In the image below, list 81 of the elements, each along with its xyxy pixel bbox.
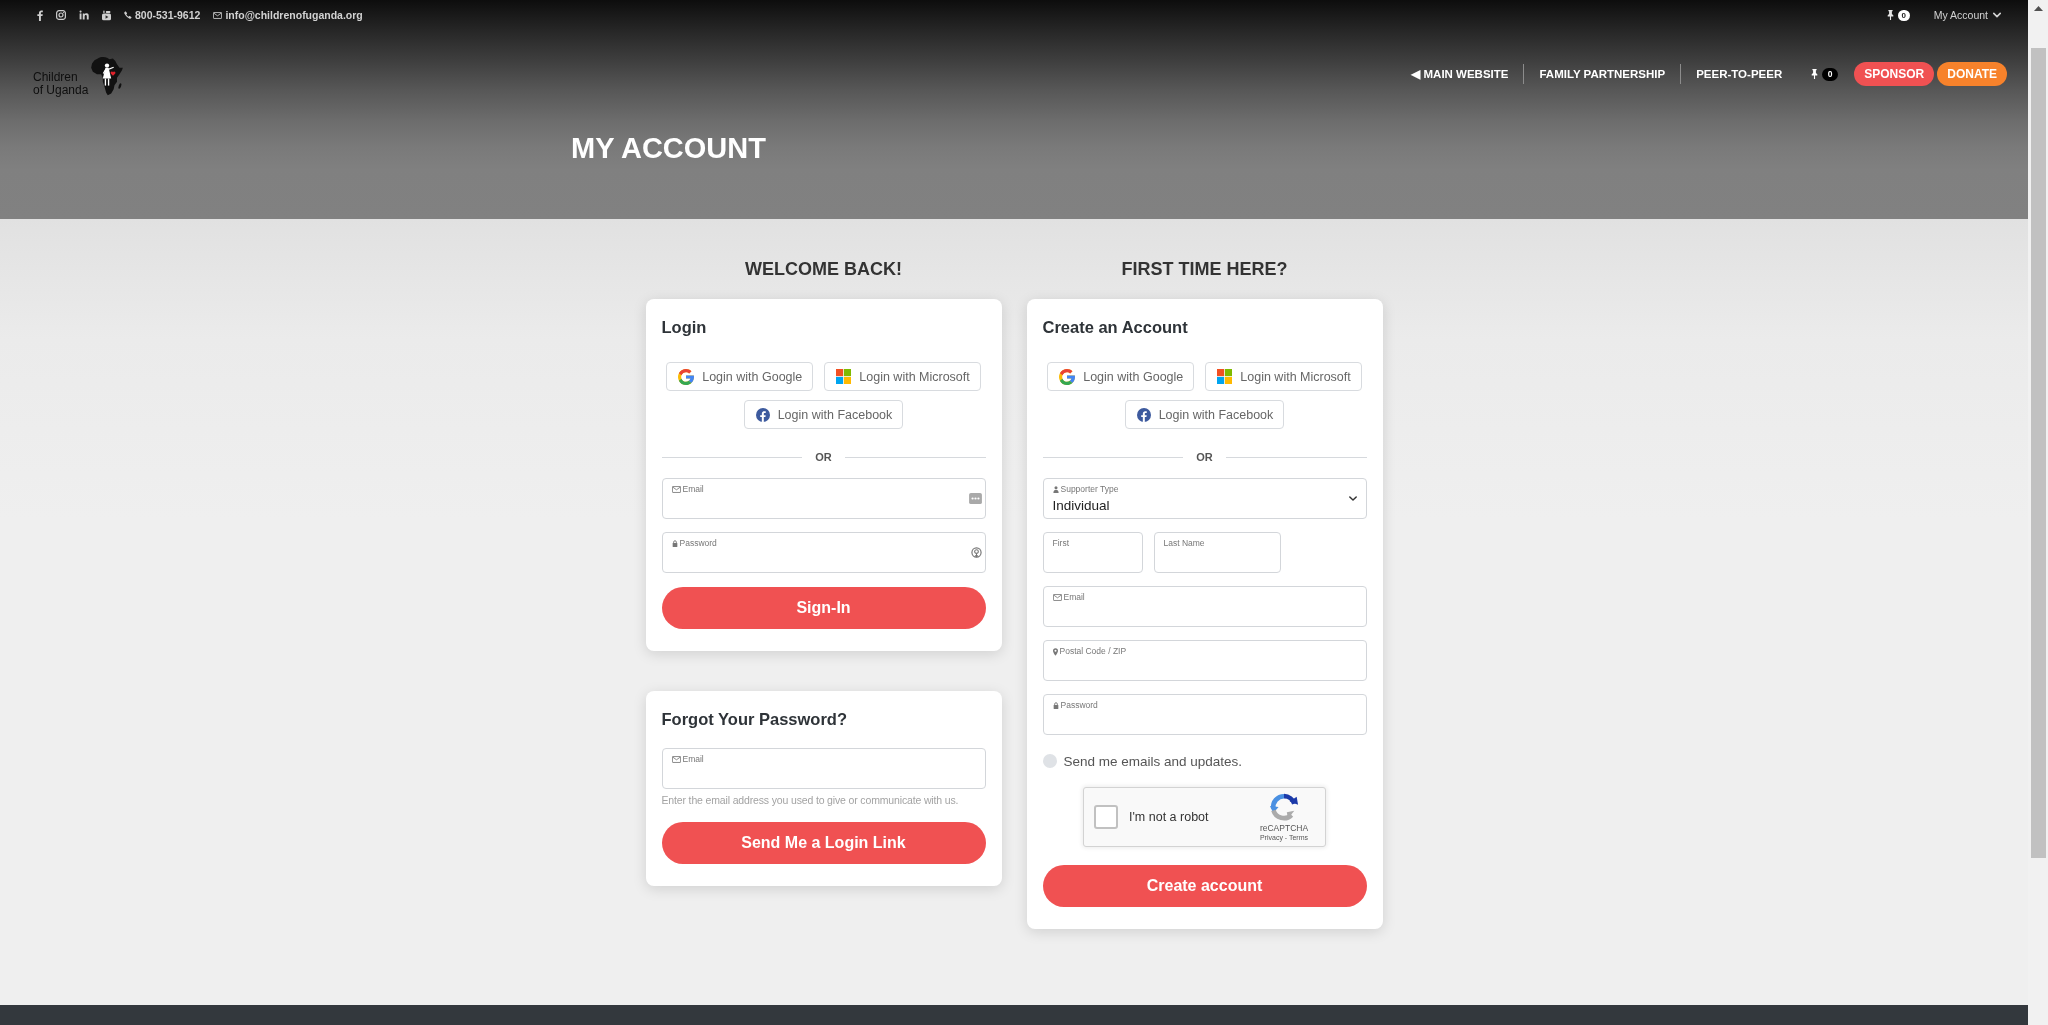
youtube-icon (102, 9, 111, 21)
submit-button[interactable]: Create account (1042, 865, 1367, 907)
scroll-up-arrow-icon (2033, 6, 2043, 11)
phone-icon (124, 11, 132, 19)
google-logo-icon (678, 368, 695, 385)
google-login-button[interactable]: Login with Google (1047, 362, 1195, 391)
selected-option: Individual (1052, 497, 1110, 514)
envelope-icon (671, 756, 681, 763)
field-label: Last Name (1163, 538, 1205, 549)
microsoft-login-button[interactable]: Login with Microsoft (1205, 362, 1362, 391)
account-menu[interactable]: My Account (1933, 9, 2001, 21)
linkedin-icon (79, 10, 89, 20)
google-logo-icon (1059, 368, 1076, 385)
scrollbar-thumb[interactable] (2030, 48, 2046, 858)
name-field[interactable]: Last Name (1153, 532, 1281, 573)
envelope-icon (213, 11, 223, 19)
submit-button[interactable]: Sign-In (661, 587, 986, 629)
card-title: Forgot Your Password? (661, 709, 847, 730)
facebook-login-button[interactable]: Login with Facebook (1124, 400, 1285, 429)
envelope-icon (1052, 594, 1062, 601)
email-field[interactable]: Email (661, 748, 986, 789)
pin-icon (1886, 10, 1894, 20)
facebook-login-button[interactable]: Login with Facebook (743, 400, 904, 429)
field-label: Password (1060, 700, 1098, 711)
field-label: Email (682, 754, 704, 765)
nav-link[interactable]: FAMILY PARTNERSHIP (1539, 68, 1666, 80)
password-field[interactable]: Password (661, 532, 986, 573)
lock-icon (671, 540, 678, 547)
captcha-label: I'm not a robot (1129, 810, 1209, 824)
captcha-checkbox[interactable] (1094, 805, 1118, 829)
instagram-icon (56, 10, 66, 20)
help-text: Enter the email address you used to give or communicate with us. (661, 793, 959, 808)
scrollbar[interactable] (2028, 0, 2048, 1025)
count-badge: 0 (1822, 67, 1839, 81)
pin-icon (1811, 69, 1819, 79)
email-field[interactable]: Email (661, 478, 986, 519)
name-field[interactable]: First (1042, 532, 1143, 573)
nav-link[interactable]: ◀ MAIN WEBSITE (1411, 67, 1509, 81)
email-field[interactable]: Email (1042, 586, 1367, 627)
checkbox[interactable] (1042, 754, 1057, 768)
chevron-down-icon (1993, 12, 2001, 18)
sponsor-button[interactable]: SPONSOR (1854, 62, 1935, 86)
facebook-logo-icon (1136, 407, 1151, 422)
submit-button[interactable]: Send Me a Login Link (661, 822, 986, 864)
postal-code-field[interactable]: Postal Code / ZIP (1042, 640, 1367, 681)
google-login-button[interactable]: Login with Google (666, 362, 814, 391)
card-title: Create an Account (1042, 317, 1188, 338)
nav-link[interactable]: PEER-TO-PEER (1696, 68, 1783, 80)
phone-number[interactable]: 800-531-9612 (135, 9, 201, 21)
lock-icon (1052, 702, 1059, 709)
page-title: MY ACCOUNT (571, 131, 766, 165)
dropdown-field[interactable]: Supporter Type Individual (1042, 478, 1367, 519)
logo-text: Children (33, 71, 79, 84)
envelope-icon (671, 486, 681, 493)
field-label: Password (679, 538, 717, 549)
microsoft-logo-icon (836, 369, 852, 384)
section-heading: WELCOME BACK! (745, 258, 902, 281)
divider-label: OR (815, 450, 832, 465)
email-link[interactable]: info@childrenofuganda.org (225, 9, 363, 21)
password-field[interactable]: Password (1042, 694, 1367, 735)
checkbox-label: Send me emails and updates. (1063, 753, 1243, 769)
recaptcha-brand-text: reCAPTCHA (1259, 823, 1309, 833)
field-label: Supporter Type (1060, 484, 1119, 495)
facebook-icon (37, 9, 43, 21)
person-icon (1052, 486, 1059, 493)
field-label: Email (682, 484, 704, 495)
microsoft-logo-icon (1217, 369, 1233, 384)
map-pin-icon (1052, 647, 1058, 656)
chevron-down-icon (1348, 496, 1357, 501)
field-label: First (1052, 538, 1070, 549)
divider-label: OR (1196, 450, 1213, 465)
field-label: Postal Code / ZIP (1059, 646, 1127, 657)
count-badge: 0 (1897, 9, 1910, 21)
microsoft-login-button[interactable]: Login with Microsoft (824, 362, 981, 391)
section-heading: FIRST TIME HERE? (1121, 258, 1288, 281)
facebook-logo-icon (755, 407, 770, 422)
card-title: Login (661, 317, 707, 338)
field-label: Email (1063, 592, 1085, 603)
autofill-dots-icon (968, 493, 982, 504)
logo-text: of Uganda (33, 84, 89, 97)
recaptcha-logo-icon (1269, 792, 1299, 822)
